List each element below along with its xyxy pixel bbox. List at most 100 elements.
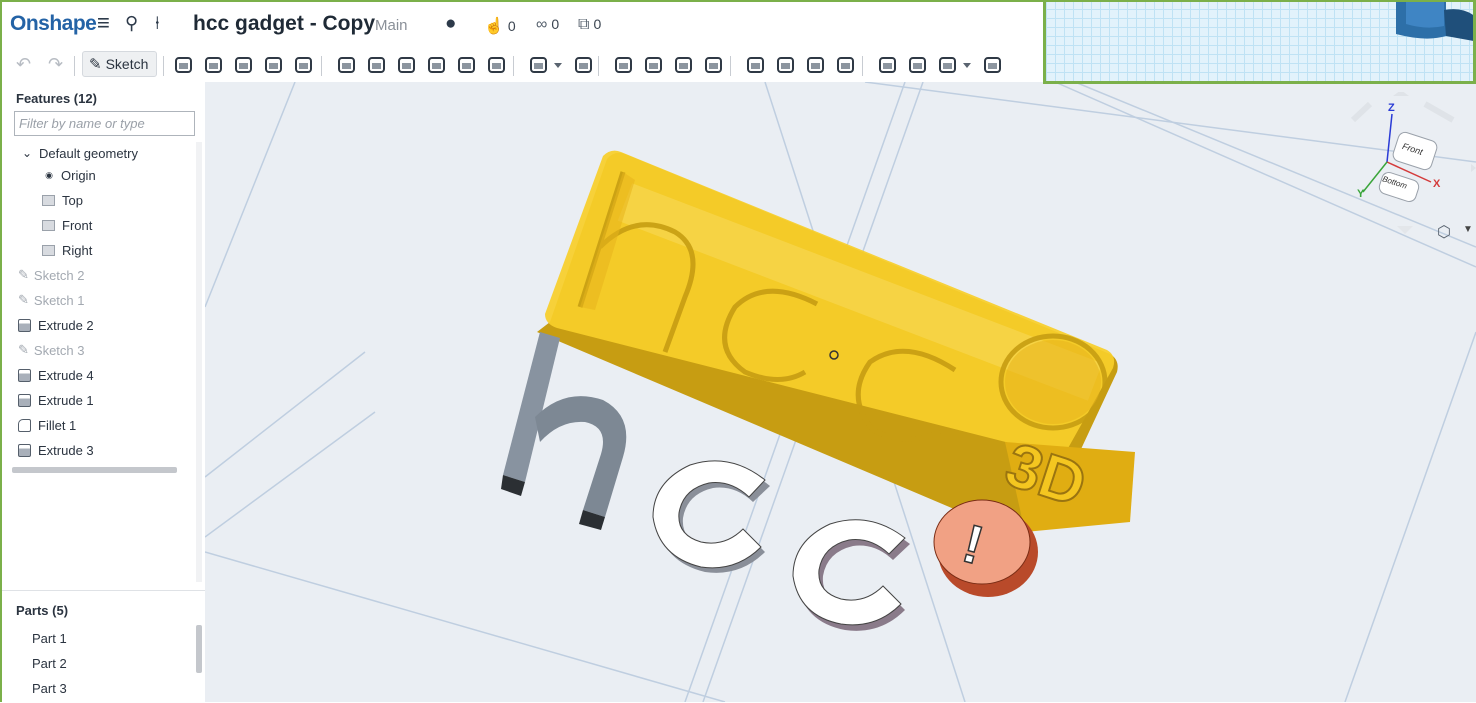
axis-x-label: X (1433, 178, 1441, 190)
tree-item-extrude-3[interactable]: Extrude 3 (18, 439, 214, 461)
feature-label: Fillet 1 (38, 417, 77, 433)
tree-item-sketch-2[interactable]: ✎ Sketch 2 (18, 264, 214, 286)
sweep-icon[interactable] (233, 54, 255, 76)
tree-item-extrude-4[interactable]: Extrude 4 (18, 364, 214, 386)
globe-icon[interactable]: ● (445, 13, 456, 35)
inset-preview-graphic (1396, 0, 1473, 41)
hole-icon[interactable] (486, 54, 508, 76)
history-icon[interactable] (982, 54, 1004, 76)
plane-icon[interactable] (877, 54, 899, 76)
chevron-down-icon: ⌄ (21, 146, 33, 160)
toolbar-divider (862, 56, 863, 76)
insert-icon[interactable]: ⍿ (155, 10, 160, 36)
tree-item-sketch-1[interactable]: ✎ Sketch 1 (18, 289, 214, 311)
graphics-viewport[interactable]: hcc 3D ! (205, 82, 1476, 702)
move-face-icon[interactable] (805, 54, 827, 76)
axis-y-label: Y (1357, 188, 1365, 200)
chevron-down-icon[interactable]: ▼ (1463, 224, 1473, 235)
parts-list-scrollbar[interactable] (196, 625, 202, 673)
feature-filter-input[interactable]: Filter by name or type (14, 111, 195, 136)
tree-item-origin[interactable]: ◉ Origin (42, 164, 238, 186)
origin-label: Origin (61, 167, 96, 183)
loft-icon[interactable] (263, 54, 285, 76)
replace-face-icon[interactable] (835, 54, 857, 76)
sketch-label: Sketch (105, 56, 149, 72)
delete-part-icon[interactable] (703, 54, 725, 76)
likes-count: 0 (507, 18, 516, 34)
sketch-icon: ✎ (18, 342, 29, 357)
toolbar-divider (163, 56, 164, 76)
mate-connector-icon[interactable] (907, 54, 929, 76)
document-title[interactable]: hcc gadget - Copy (193, 12, 375, 36)
feature-label: Extrude 1 (38, 392, 94, 408)
transform-icon[interactable] (673, 54, 695, 76)
tree-item-extrude-2[interactable]: Extrude 2 (18, 314, 214, 336)
onshape-logo[interactable]: Onshape (10, 12, 97, 36)
features-title: Features (12) (16, 91, 97, 106)
fillet-icon[interactable] (336, 54, 358, 76)
feature-label: Sketch 1 (33, 292, 85, 308)
rollback-bar[interactable] (12, 467, 177, 473)
toolbar-divider (74, 56, 75, 76)
helix-dropdown-icon[interactable] (962, 60, 972, 82)
extrude-icon[interactable] (173, 54, 195, 76)
feature-list-scrollbar[interactable] (196, 142, 202, 582)
linear-pattern-icon[interactable] (528, 54, 550, 76)
sketch-button[interactable]: ✎ Sketch (82, 51, 158, 77)
helix-icon[interactable] (937, 54, 959, 76)
modify-fillet-icon[interactable] (745, 54, 767, 76)
view-cube[interactable]: Front Bottom Z X Y ⬡ ▼ (1345, 90, 1476, 252)
feature-label: Sketch 2 (33, 267, 85, 283)
feature-label: Extrude 3 (38, 442, 94, 458)
delete-face-icon[interactable] (775, 54, 797, 76)
tree-item-right-plane[interactable]: Right (42, 239, 238, 261)
branch-label[interactable]: Main (375, 17, 408, 34)
view-options-icon[interactable]: ⬡ (1437, 222, 1451, 242)
copies-counter[interactable]: ⧉ 0 (578, 16, 601, 34)
menu-icon[interactable]: ≡ (97, 10, 110, 36)
feature-toolbar: ↶ ↷ ✎ Sketch (0, 48, 1045, 82)
feature-list-panel: Features (12) Filter by name or type ⌄ D… (0, 82, 205, 590)
extrude-icon (18, 368, 31, 382)
feature-label: Sketch 3 (33, 342, 85, 358)
boolean-icon[interactable] (613, 54, 635, 76)
tree-item-top-plane[interactable]: Top (42, 189, 238, 211)
part-item[interactable]: Part 1 (32, 631, 67, 646)
sketch-icon: ✎ (18, 292, 29, 307)
plane-label: Top (62, 192, 83, 208)
default-geometry-label: Default geometry (39, 145, 138, 161)
links-counter[interactable]: ∞ 0 (536, 16, 559, 34)
shell-icon[interactable] (456, 54, 478, 76)
tree-item-extrude-1[interactable]: Extrude 1 (18, 389, 214, 411)
tree-item-front-plane[interactable]: Front (42, 214, 238, 236)
thumbs-up-icon: ☝ (484, 18, 504, 35)
copies-count: 0 (593, 16, 602, 32)
likes-counter[interactable]: ☝ 0 (484, 16, 516, 36)
redo-icon[interactable]: ↷ (48, 54, 70, 76)
pattern-dropdown-icon[interactable] (553, 60, 563, 82)
default-geometry-folder[interactable]: ⌄ Default geometry (20, 142, 216, 164)
plane-icon (42, 219, 55, 231)
revolve-icon[interactable] (203, 54, 225, 76)
parts-list-panel: Parts (5) Part 1 Part 2 Part 3 (0, 590, 205, 703)
chamfer-icon[interactable] (366, 54, 388, 76)
inset-preview (1043, 0, 1476, 84)
toolbar-divider (513, 56, 514, 76)
part-item[interactable]: Part 3 (32, 681, 67, 696)
view-cube-graphic[interactable] (1345, 90, 1476, 252)
link-icon: ∞ (536, 16, 548, 33)
rib-icon[interactable] (426, 54, 448, 76)
origin-icon: ◉ (45, 169, 53, 180)
undo-icon[interactable]: ↶ (16, 54, 38, 76)
tree-item-sketch-3[interactable]: ✎ Sketch 3 (18, 339, 214, 361)
feature-list-icon[interactable]: ⚲ (125, 10, 138, 36)
thicken-icon[interactable] (293, 54, 315, 76)
model-scene[interactable]: hcc 3D ! (205, 82, 1476, 702)
toolbar-divider (730, 56, 731, 76)
mirror-icon[interactable] (573, 54, 595, 76)
tree-item-fillet-1[interactable]: Fillet 1 (18, 414, 214, 436)
split-icon[interactable] (643, 54, 665, 76)
feature-label: Extrude 2 (38, 317, 94, 333)
draft-icon[interactable] (396, 54, 418, 76)
part-item[interactable]: Part 2 (32, 656, 67, 671)
